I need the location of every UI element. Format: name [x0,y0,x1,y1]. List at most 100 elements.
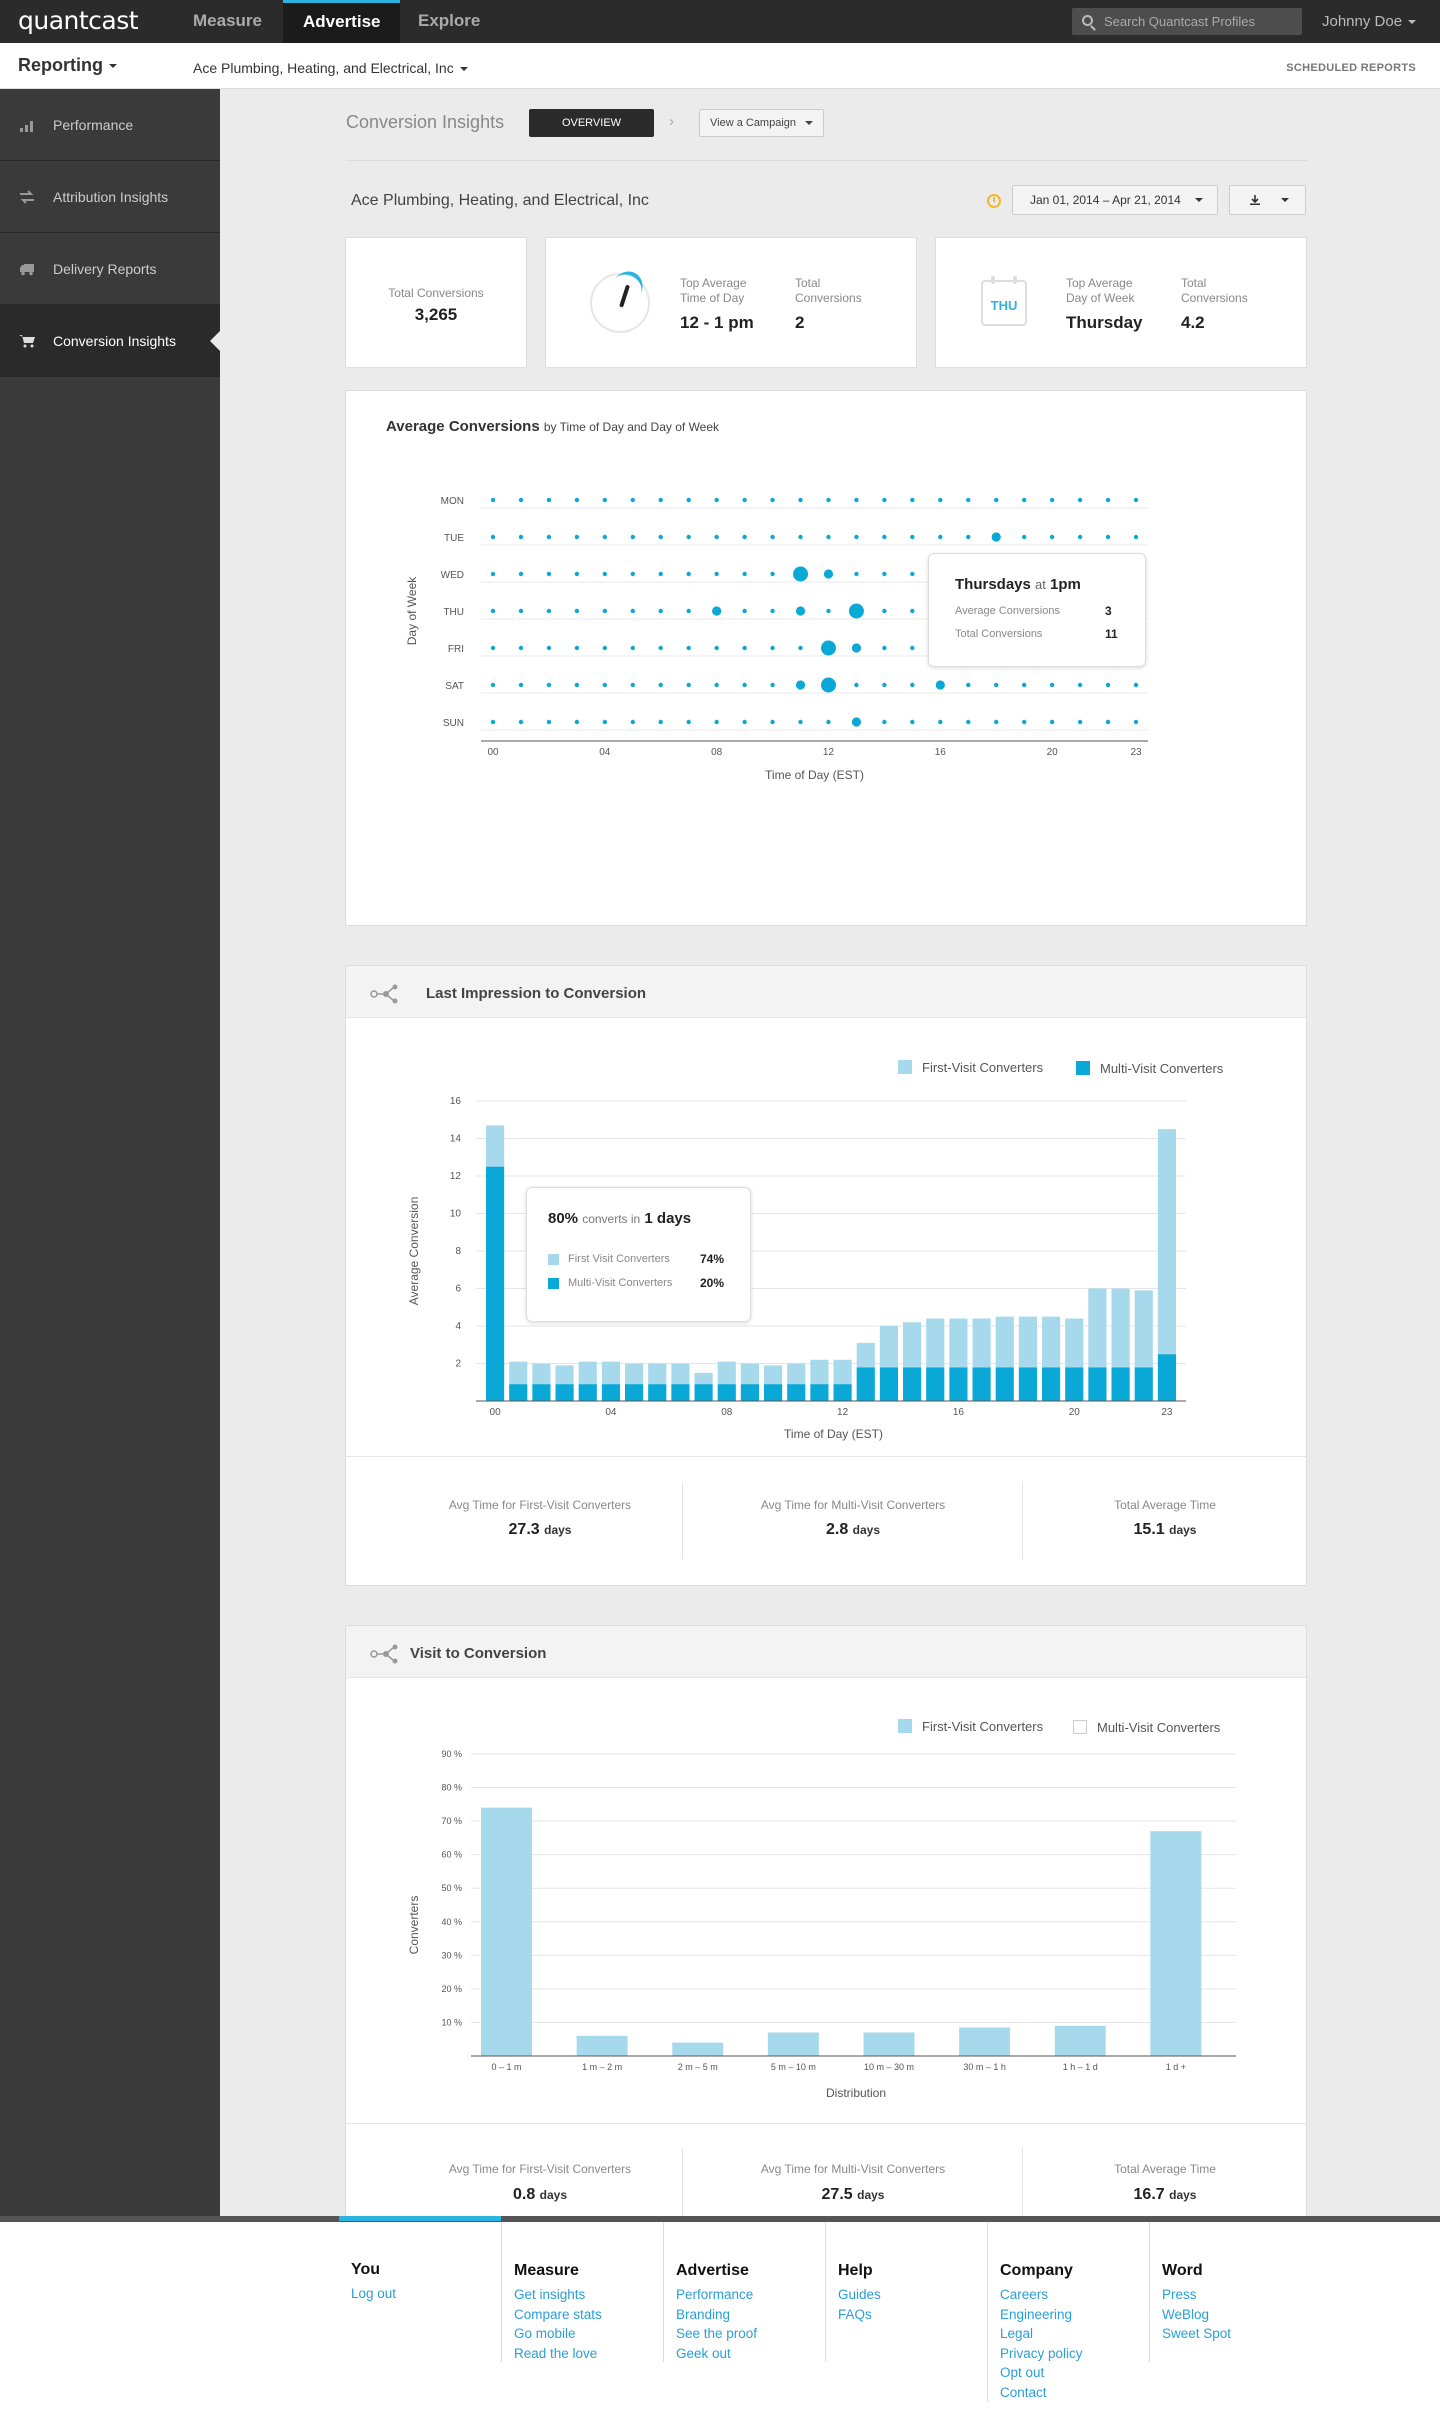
download-button[interactable] [1229,185,1306,215]
user-menu[interactable]: Johnny Doe [1322,13,1417,30]
quantcast-logo[interactable]: quantcast [18,6,139,35]
data-point [630,682,635,688]
data-point [742,719,747,725]
footer-link[interactable]: Contact [1000,2383,1083,2403]
footer-column-word: Word Press WeBlog Sweet Spot [1149,2222,1311,2362]
tick-label: 70 % [441,1816,462,1826]
day-label: MON [441,496,464,507]
tick-label: 2 m – 5 m [678,2062,718,2072]
tick-label: 23 [1161,1407,1173,1418]
footer-link[interactable]: Get insights [514,2285,602,2305]
footer-link[interactable]: WeBlog [1162,2305,1231,2325]
data-point [546,497,552,503]
bar-segment [1111,1288,1130,1368]
footer-link[interactable]: Legal [1000,2324,1083,2344]
search-input[interactable] [1104,12,1294,31]
tick-label: 40 % [441,1917,462,1927]
data-point [770,497,775,503]
footer-link[interactable]: Branding [676,2305,757,2325]
footer-link[interactable]: Careers [1000,2285,1083,2305]
day-label: WED [441,570,464,581]
data-point [882,608,887,614]
stat-value: 0.8 days [512,2186,568,2203]
tooltip-total-value: 11 [1105,627,1118,641]
date-range-picker[interactable]: Jan 01, 2014 – Apr 21, 2014 [1012,185,1218,215]
tooltip-at: at [1035,577,1046,592]
sidebar-item-delivery[interactable]: Delivery Reports [0,233,220,305]
data-point [770,719,775,725]
bar [959,2027,1011,2056]
bar-segment [1134,1367,1153,1401]
bar-segment [671,1384,690,1401]
bar-segment [995,1316,1014,1368]
footer-link[interactable]: FAQs [838,2305,881,2325]
data-point [826,719,831,725]
bar-segment [1018,1367,1037,1401]
bar-segment [949,1367,968,1401]
campaign-select-label: View a Campaign [710,117,797,129]
footer-column-measure: Measure Get insights Compare stats Go mo… [501,2222,663,2362]
page-title: Conversion Insights [346,112,505,132]
data-point [658,719,663,725]
y-axis-title: Converters [407,1896,421,1955]
sidebar-item-conversion[interactable]: Conversion Insights [0,305,220,377]
scheduled-reports-link[interactable]: SCHEDULED REPORTS [1286,62,1416,74]
bar-segment [949,1318,968,1368]
overview-button[interactable]: OVERVIEW [529,109,654,137]
company-select-label: Ace Plumbing, Heating, and Electrical, I… [193,60,454,76]
campaign-select[interactable]: View a Campaign [699,109,824,137]
data-point [574,571,580,577]
bar-segment [879,1367,898,1401]
footer-link[interactable]: Guides [838,2285,881,2305]
footer-column-you: You Log out [339,2216,501,2356]
data-point [1049,719,1055,725]
footer-link[interactable]: Geek out [676,2344,757,2364]
footer-link[interactable]: Go mobile [514,2324,602,2344]
data-point [1021,682,1027,688]
data-point [742,645,747,651]
footer-link[interactable]: Privacy policy [1000,2344,1083,2364]
data-point [1133,497,1139,503]
footer-link[interactable]: Sweet Spot [1162,2324,1231,2344]
stat-label: Avg Time for First-Visit Converters [448,2162,632,2176]
bar-segment [833,1359,852,1385]
y-axis-title: Day of Week [405,576,419,645]
sub-header: Reporting Ace Plumbing, Heating, and Ele… [0,43,1440,89]
kpi-label: Total Conversions [795,276,862,305]
footer-link[interactable]: Performance [676,2285,757,2305]
tooltip-time: 1pm [1050,576,1081,593]
divider [682,1483,683,1559]
data-point [798,719,803,725]
date-range-label: Jan 01, 2014 – Apr 21, 2014 [1030,193,1181,207]
kpi-total-conversions: Total Conversions 3,265 [345,237,527,368]
bar-segment [926,1367,945,1401]
footer-link[interactable]: See the proof [676,2324,757,2344]
footer-column-help: Help Guides FAQs [825,2222,987,2362]
bar [1054,2025,1106,2056]
data-point [714,682,719,688]
tick-label: 1 h – 1 d [1063,2062,1098,2072]
footer-link[interactable]: Log out [351,2284,396,2304]
tab-explore[interactable]: Explore [398,0,500,43]
footer-link[interactable]: Opt out [1000,2363,1083,2383]
footer-link[interactable]: Engineering [1000,2305,1083,2325]
data-point [994,719,999,725]
divider [346,2123,1306,2124]
tab-measure[interactable]: Measure [173,0,282,43]
footer-heading: Measure [514,2262,579,2279]
tab-advertise[interactable]: Advertise [283,0,401,43]
sidebar-item-attribution[interactable]: Attribution Insights [0,161,220,233]
reporting-menu[interactable]: Reporting [18,55,117,76]
footer-link[interactable]: Read the love [514,2344,602,2364]
bar-segment [532,1384,551,1401]
data-point [1077,534,1083,540]
sidebar-item-performance[interactable]: Performance [0,89,220,161]
footer-link[interactable]: Compare stats [514,2305,602,2325]
bar-segment [625,1384,644,1401]
company-select[interactable]: Ace Plumbing, Heating, and Electrical, I… [193,60,468,76]
tooltip-first-label: First Visit Converters [568,1253,670,1265]
footer-link[interactable]: Press [1162,2285,1231,2305]
sidebar: Performance Attribution Insights Deliver… [0,89,220,2216]
data-point [795,606,806,616]
chevron-down-icon [1408,20,1417,25]
